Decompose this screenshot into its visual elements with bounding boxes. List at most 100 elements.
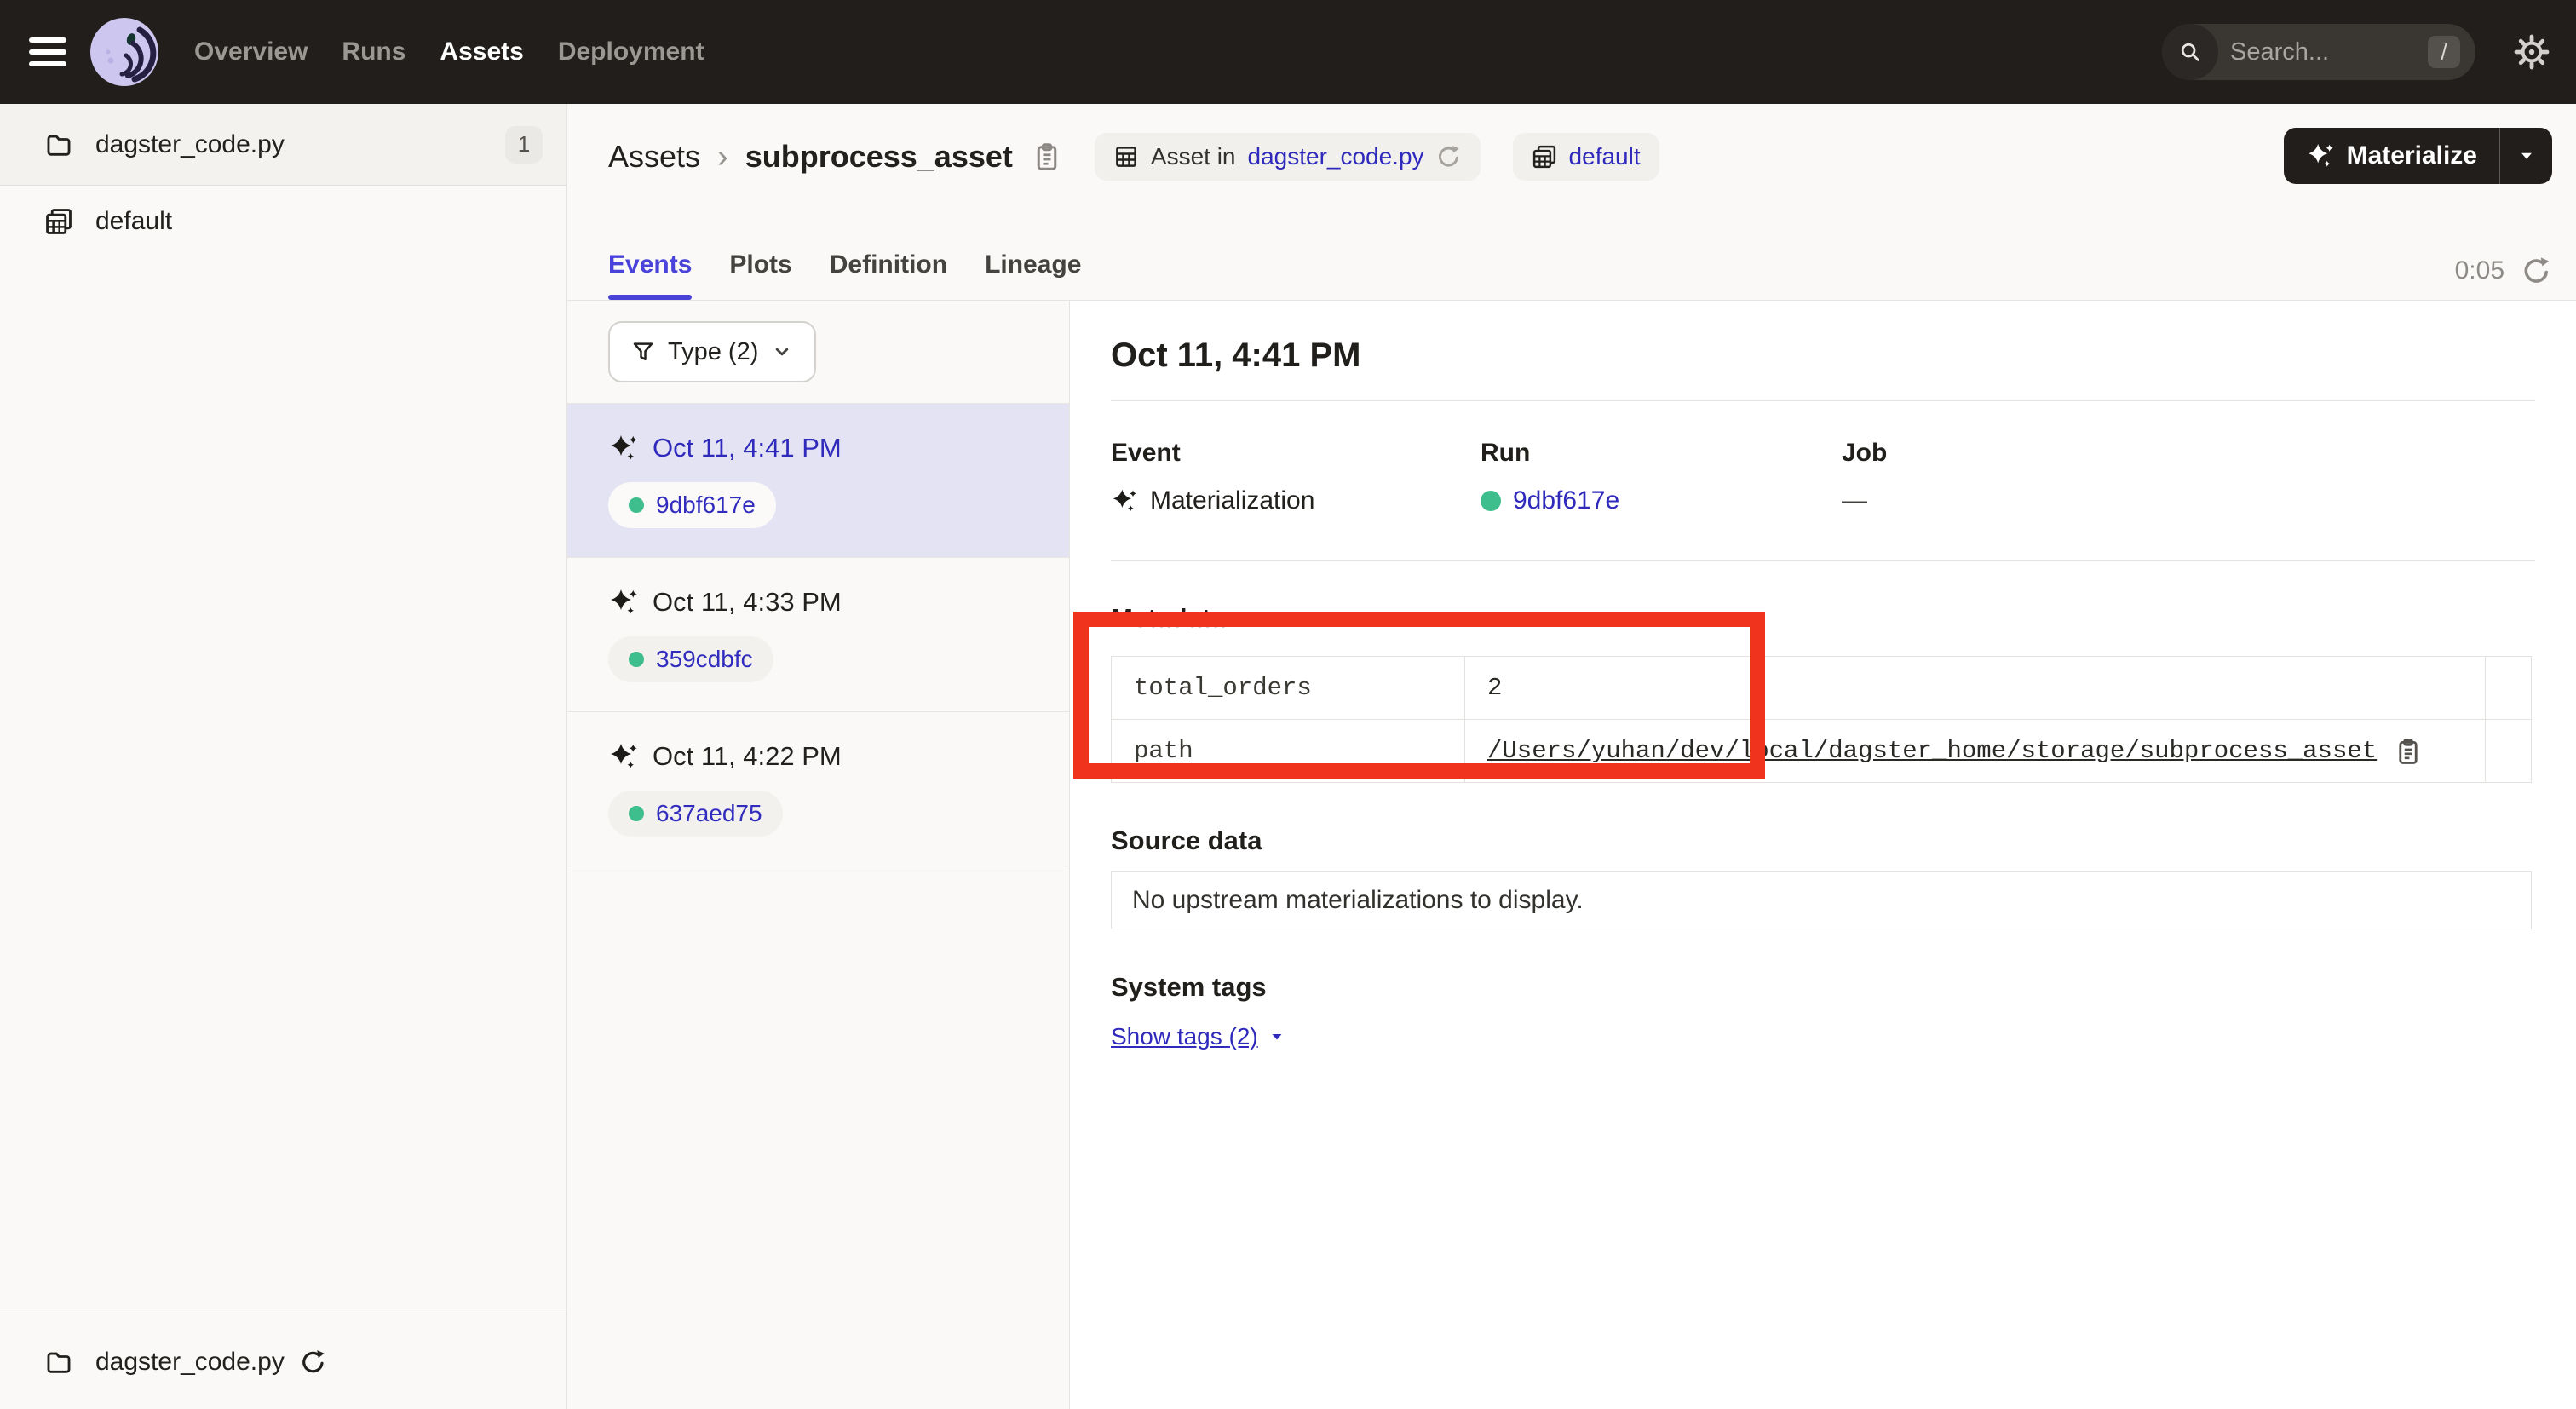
metadata-path-link[interactable]: /Users/yuhan/dev/local/dagster_home/stor…	[1487, 737, 2377, 765]
materialization-sparkle-icon	[608, 587, 639, 618]
settings-gear-icon[interactable]	[2511, 32, 2552, 72]
search-icon-wrap	[2162, 24, 2218, 80]
event-timestamp[interactable]: Oct 11, 4:33 PM	[653, 587, 842, 618]
event-meta-grid: Event Materialization Run 9dbf617e	[1111, 439, 2535, 515]
dagster-logo-icon[interactable]	[89, 16, 160, 88]
show-tags-label: Show tags (2)	[1111, 1023, 1258, 1050]
run-id-link[interactable]: 9dbf617e	[656, 492, 756, 519]
run-chip[interactable]: 359cdbfc	[608, 636, 773, 682]
asset-header: Assets › subprocess_asset Asset in dagst…	[567, 104, 2576, 301]
top-navbar: Overview Runs Assets Deployment /	[0, 0, 2576, 104]
job-value: —	[1842, 486, 1867, 515]
event-list-item[interactable]: Oct 11, 4:22 PM 637aed75	[567, 711, 1069, 866]
event-type-value: Materialization	[1150, 486, 1314, 515]
metadata-row: path /Users/yuhan/dev/local/dagster_home…	[1112, 720, 2532, 783]
materialization-sparkle-icon	[1111, 487, 1138, 515]
copy-asset-name-icon[interactable]	[1032, 141, 1062, 172]
metadata-value: 2	[1465, 657, 2486, 720]
asset-location-chip: Asset in dagster_code.py	[1095, 133, 1481, 181]
event-list-item[interactable]: Oct 11, 4:33 PM 359cdbfc	[567, 557, 1069, 711]
nav-item-runs[interactable]: Runs	[342, 37, 405, 66]
chevron-down-icon	[770, 340, 794, 364]
asset-name-title: subprocess_asset	[745, 139, 1013, 175]
main-content: Assets › subprocess_asset Asset in dagst…	[567, 104, 2576, 1409]
dagster-app: Overview Runs Assets Deployment / dagste…	[0, 0, 2576, 1409]
run-status-dot	[629, 652, 644, 667]
run-id-link[interactable]: 637aed75	[656, 800, 762, 827]
copy-path-icon[interactable]	[2394, 737, 2423, 766]
metadata-key: total_orders	[1112, 657, 1465, 720]
search-input[interactable]	[2218, 38, 2428, 66]
tab-plots[interactable]: Plots	[729, 250, 791, 300]
system-tags-heading: System tags	[1111, 972, 2535, 1003]
hamburger-menu-icon[interactable]	[29, 33, 66, 71]
materialization-sparkle-icon	[608, 741, 639, 772]
sidebar-footer-code-location[interactable]: dagster_code.py	[0, 1314, 566, 1409]
breadcrumb-separator: ›	[717, 139, 728, 175]
metadata-table: total_orders 2 path /Users/yuhan/dev/loc…	[1111, 656, 2532, 783]
run-chip[interactable]: 9dbf617e	[608, 482, 776, 528]
show-tags-toggle[interactable]: Show tags (2)	[1111, 1023, 1287, 1050]
refresh-countdown: 0:05	[2455, 256, 2504, 285]
metadata-row: total_orders 2	[1112, 657, 2532, 720]
code-location-link[interactable]: dagster_code.py	[1248, 143, 1424, 170]
footer-code-location-label: dagster_code.py	[95, 1348, 285, 1377]
folder-icon	[44, 1348, 73, 1377]
metadata-key: path	[1112, 720, 1465, 783]
group-default-link[interactable]: default	[1569, 143, 1641, 170]
event-timestamp[interactable]: Oct 11, 4:41 PM	[653, 433, 842, 463]
asset-groups-sidebar: dagster_code.py 1 default dagster_code.p…	[0, 104, 567, 1409]
reload-code-location-icon[interactable]	[300, 1349, 327, 1376]
filter-funnel-icon	[630, 339, 656, 365]
reload-definitions-icon[interactable]	[1436, 144, 1462, 170]
breadcrumb: Assets › subprocess_asset Asset in dagst…	[608, 133, 2552, 181]
type-filter-button[interactable]: Type (2)	[608, 321, 816, 382]
materialize-button[interactable]: Materialize	[2284, 128, 2552, 184]
search-shortcut-badge: /	[2428, 36, 2460, 68]
event-label: Event	[1111, 439, 1481, 468]
run-status-dot	[629, 497, 644, 513]
folder-icon	[44, 130, 73, 159]
group-grid-icon	[1532, 144, 1557, 170]
materialize-label: Materialize	[2347, 141, 2477, 170]
refresh-timer: 0:05	[2455, 256, 2552, 286]
nav-item-assets[interactable]: Assets	[440, 37, 523, 66]
materialization-sparkle-icon	[608, 433, 639, 463]
source-data-heading: Source data	[1111, 825, 2535, 856]
materialize-dropdown-button[interactable]	[2499, 128, 2552, 184]
sidebar-item-default-group[interactable]: default	[0, 186, 566, 257]
default-group-label: default	[95, 207, 172, 236]
tab-events[interactable]: Events	[608, 250, 692, 300]
event-timestamp[interactable]: Oct 11, 4:22 PM	[653, 741, 842, 772]
search-icon	[2177, 39, 2203, 65]
event-detail-heading: Oct 11, 4:41 PM	[1111, 336, 2535, 375]
asset-in-text: Asset in	[1151, 143, 1236, 170]
refresh-icon[interactable]	[2521, 256, 2552, 286]
run-chip[interactable]: 637aed75	[608, 791, 783, 837]
nav-item-overview[interactable]: Overview	[194, 37, 308, 66]
caret-down-icon	[1267, 1027, 1287, 1047]
run-id-link[interactable]: 9dbf617e	[1513, 486, 1619, 515]
global-search: /	[2162, 24, 2475, 80]
sidebar-item-code-location[interactable]: dagster_code.py 1	[0, 104, 566, 186]
asset-group-chip: default	[1513, 133, 1659, 181]
run-label: Run	[1481, 439, 1842, 468]
event-detail-panel: Oct 11, 4:41 PM Event Materialization Ru…	[1070, 301, 2576, 1409]
event-list-item[interactable]: Oct 11, 4:41 PM 9dbf617e	[567, 403, 1069, 557]
nav-item-deployment[interactable]: Deployment	[558, 37, 704, 66]
run-status-dot	[1481, 491, 1501, 511]
primary-nav: Overview Runs Assets Deployment	[194, 37, 704, 66]
source-data-empty-state: No upstream materializations to display.	[1111, 871, 2532, 929]
materialize-sparkle-icon	[2306, 141, 2335, 170]
asset-tabs: Events Plots Definition Lineage	[608, 250, 1081, 300]
tab-definition[interactable]: Definition	[830, 250, 947, 300]
breadcrumb-assets-link[interactable]: Assets	[608, 139, 700, 175]
tab-lineage[interactable]: Lineage	[985, 250, 1081, 300]
run-status-dot	[629, 806, 644, 821]
run-id-link[interactable]: 359cdbfc	[656, 646, 753, 673]
caret-down-icon	[2516, 145, 2538, 167]
type-filter-label: Type (2)	[668, 338, 758, 366]
code-location-label: dagster_code.py	[95, 130, 285, 159]
asset-count-badge: 1	[505, 126, 543, 164]
job-label: Job	[1842, 439, 2535, 468]
